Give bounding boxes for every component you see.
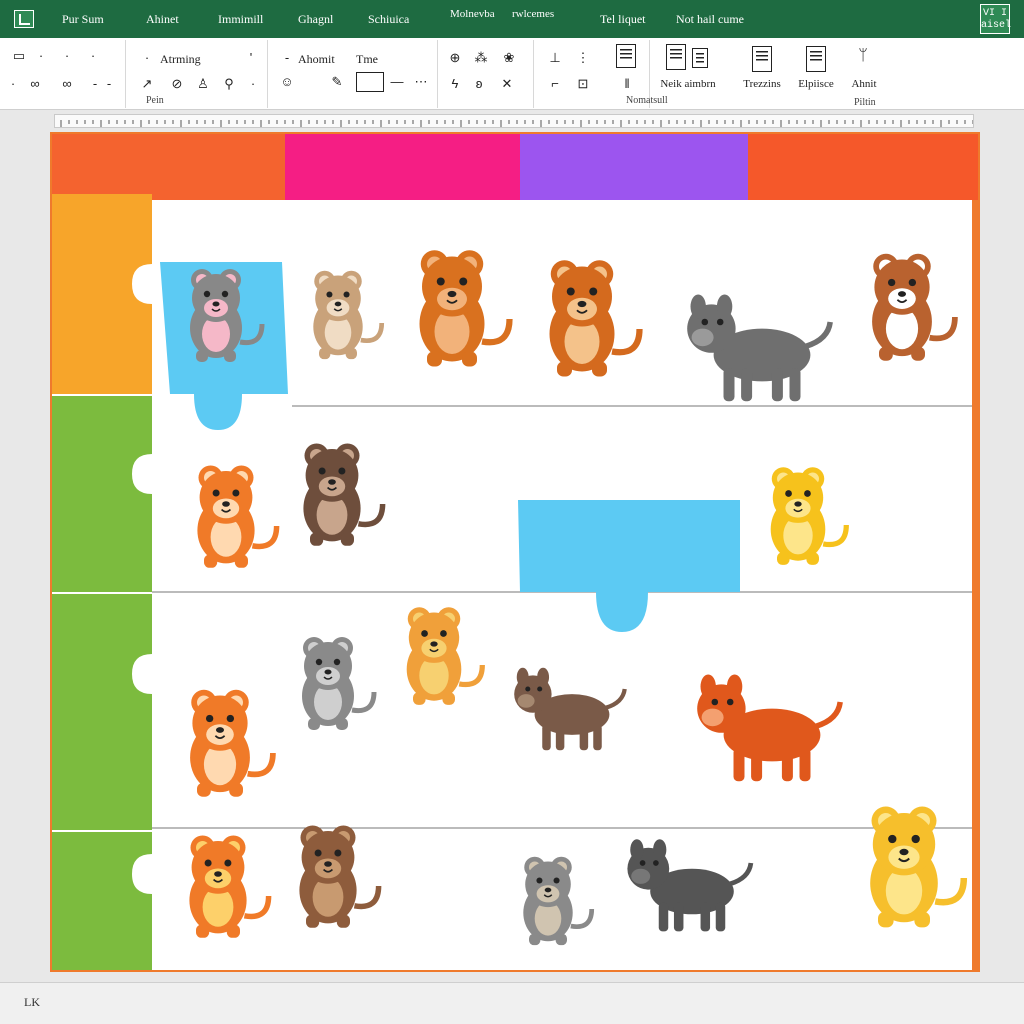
paste-icon[interactable]: ▭ (12, 49, 26, 62)
ribbon-group-font: · Atrming ' ↗ ⊘ ♙ ⚲ · Pein (126, 40, 268, 108)
italic-icon[interactable]: ↗ (140, 77, 154, 90)
bold-icon[interactable]: · (140, 51, 154, 64)
dash-icon[interactable]: - (88, 77, 102, 90)
ribbon-button-2-label: Trezzins (743, 78, 781, 90)
paragraph-label[interactable]: Ahomit (298, 52, 335, 67)
list-doc-icon (752, 46, 772, 72)
status-bar: LK (0, 982, 1024, 1024)
time-label[interactable]: Tme (356, 52, 378, 67)
top-band-piece (52, 134, 285, 200)
font-size-icon[interactable]: ' (244, 51, 258, 64)
left-puzzle-piece (52, 832, 152, 970)
horizontal-ruler[interactable] (54, 114, 974, 128)
status-text: LK (24, 995, 40, 1009)
app-logo-icon (14, 10, 34, 28)
pen-icon[interactable]: ✎ (330, 75, 344, 88)
top-band-piece (285, 134, 520, 200)
walk-icon[interactable]: ⚲ (222, 77, 236, 90)
app-window: Pur Sum Ahinet Immimill Ghagnl Schiuica … (0, 0, 1024, 1024)
page-doc-icon (806, 46, 826, 72)
person-doc-icon (666, 44, 686, 70)
pause-icon[interactable]: ‖ (620, 77, 634, 90)
tab-5[interactable]: Schiuica (368, 12, 409, 27)
antenna-icon: ᛘ (858, 47, 868, 64)
ribbon-button-4-label: Ahnit (851, 78, 877, 90)
ribbon-button-4[interactable]: ᛘ Ahnit Piltin (834, 44, 894, 109)
dash2-icon[interactable]: - (102, 77, 116, 90)
chart-icon[interactable]: ⊥ (548, 51, 562, 64)
ribbon-group-clipboard: ▭ · · · · ∞ ∞ - - (0, 40, 126, 108)
window-badge-icon[interactable]: VI I aisel (980, 4, 1012, 34)
format-painter-icon[interactable]: · (86, 49, 100, 62)
document-icon[interactable] (616, 44, 636, 68)
filter-icon[interactable]: ⊡ (576, 77, 590, 90)
font-name-label[interactable]: Atrming (160, 52, 201, 67)
link-icon[interactable]: ∞ (60, 77, 74, 90)
person-icon[interactable]: ♙ (196, 77, 210, 90)
sparkle-icon[interactable]: ⁂ (474, 51, 488, 64)
cut-icon[interactable]: · (34, 49, 48, 62)
right-border (972, 200, 978, 970)
ruler-ticks (60, 120, 973, 127)
ribbon-group-editing: ⊥ ⋮ ⌐ ⊡ ‖ Nomatsull (534, 40, 668, 108)
bullet-icon[interactable]: · (6, 77, 20, 90)
grid-icon[interactable]: ⊕ (448, 51, 462, 64)
title-bar: Pur Sum Ahinet Immimill Ghagnl Schiuica … (0, 0, 1024, 38)
emoji-icon[interactable]: ☺ (280, 75, 294, 88)
puzzle-board (52, 134, 978, 970)
underline-icon[interactable]: ⊘ (170, 77, 184, 90)
dash3-icon[interactable]: - (280, 51, 294, 64)
ribbon-group-styles: ⊕ ⁂ ❀ ϟ ʚ ✕ (438, 40, 534, 108)
left-puzzle-piece (52, 194, 152, 394)
ribbon-button-1-label: Neik aimbrn (660, 78, 716, 90)
flower-icon[interactable]: ❀ (502, 51, 516, 64)
shape-box-icon[interactable] (356, 72, 384, 92)
top-band-piece (748, 134, 978, 200)
dots-icon[interactable]: ⋯ (414, 75, 428, 88)
more-icon[interactable]: · (246, 77, 260, 90)
tab-6[interactable]: Molnevba (450, 8, 495, 20)
sort-icon[interactable]: ⋮ (576, 51, 590, 64)
window-badge-text: VI I aisel (981, 8, 1012, 31)
glasses-icon[interactable]: ∞ (28, 77, 42, 90)
font-group-label: Pein (146, 95, 164, 106)
top-band-piece (520, 134, 748, 200)
bar-chart-icon (692, 48, 708, 68)
tab-7[interactable]: rwlcemes (512, 8, 554, 20)
left-puzzle-piece (52, 396, 152, 592)
document-canvas[interactable] (50, 132, 980, 972)
ribbon-group-paragraph: - Ahomit Tme ☺ ✎ — ⋯ (268, 40, 438, 108)
left-puzzle-piece (52, 594, 152, 830)
ribbon-button-2[interactable]: Trezzins (732, 44, 792, 104)
swirl-icon[interactable]: ϟ (448, 77, 462, 90)
tab-2[interactable]: Ahinet (146, 12, 179, 27)
tab-1[interactable]: Pur Sum (62, 12, 104, 27)
copy-icon[interactable]: · (60, 49, 74, 62)
tab-8[interactable]: Tel liquet (600, 12, 645, 27)
brush-icon[interactable]: ⌐ (548, 77, 562, 90)
tab-3[interactable]: Immimill (218, 12, 263, 27)
line-icon[interactable]: — (390, 75, 404, 88)
close-icon[interactable]: ✕ (500, 77, 514, 90)
ribbon-button-1[interactable]: Neik aimbrn (652, 44, 724, 104)
ribbon-button-4-sublabel: Piltin (854, 97, 876, 108)
tab-4[interactable]: Ghagnl (298, 12, 333, 27)
ribbon: ▭ · · · · ∞ ∞ - - · Atrming ' ↗ ⊘ ♙ ⚲ · … (0, 38, 1024, 110)
swirl2-icon[interactable]: ʚ (472, 77, 486, 90)
tab-9[interactable]: Not hail cume (676, 12, 744, 27)
